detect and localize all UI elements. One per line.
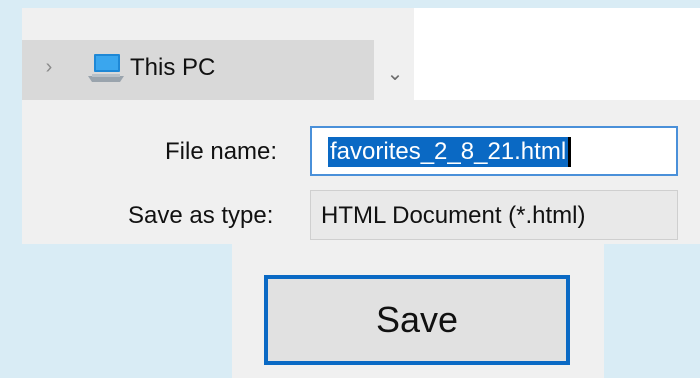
file-list-pane — [414, 8, 700, 100]
chevron-right-icon[interactable]: › — [40, 56, 58, 78]
save-button[interactable]: Save — [264, 275, 570, 365]
navigation-scroll-area — [374, 8, 414, 100]
save-button-label: Save — [375, 299, 459, 340]
file-name-selected-text: favorites_2_8_21.html — [328, 137, 569, 167]
file-name-label: File name: — [165, 138, 278, 165]
text-caret — [568, 137, 571, 167]
save-as-type-select[interactable]: HTML Document (*.html) — [310, 190, 678, 240]
save-as-type-label: Save as type: — [128, 202, 274, 229]
save-as-type-value: HTML Document (*.html) — [321, 202, 586, 229]
computer-icon — [84, 52, 128, 86]
screen: › This PC ⌄ File name: favorites_2_8_21.… — [0, 0, 700, 378]
nav-item-label: This PC — [130, 54, 216, 81]
chevron-down-icon[interactable]: ⌄ — [384, 62, 406, 86]
file-name-input[interactable]: favorites_2_8_21.html — [310, 126, 678, 176]
